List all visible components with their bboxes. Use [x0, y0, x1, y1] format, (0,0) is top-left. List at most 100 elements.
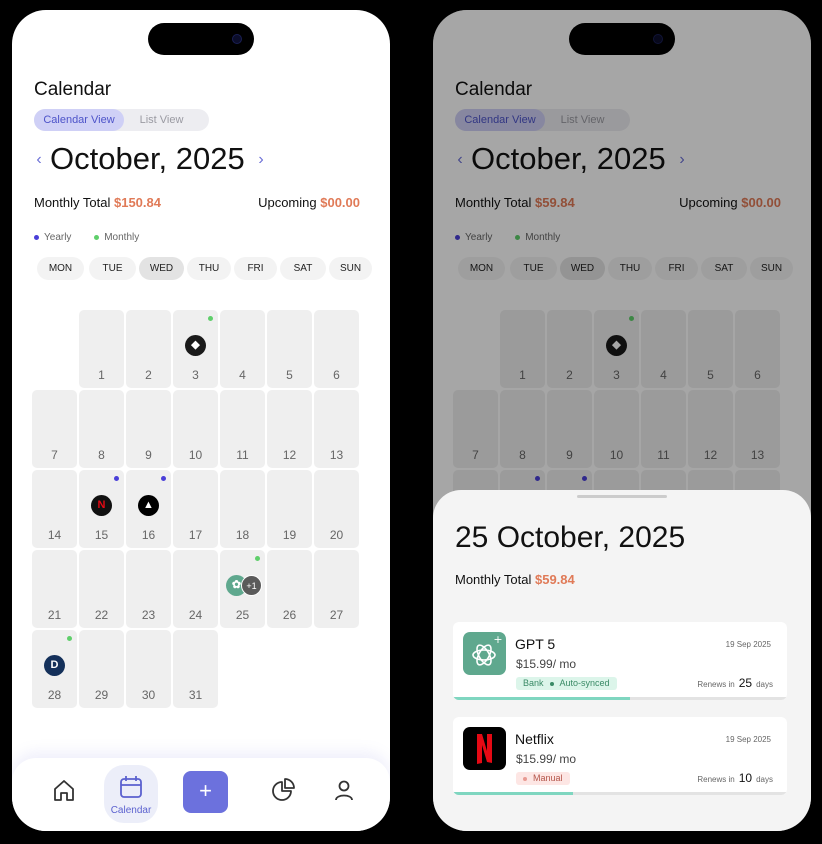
calendar-day-4[interactable]: 4: [220, 310, 265, 388]
calendar-day-27[interactable]: 27: [314, 550, 359, 628]
gpt-icon: +: [463, 632, 506, 675]
weekday-sun[interactable]: SUN: [329, 257, 372, 280]
phone-day-detail-screen: Calendar Calendar View List View ‹ Octob…: [433, 10, 811, 831]
weekday-row: MON TUE WED THU FRI SAT SUN: [37, 257, 372, 280]
day-number: 30: [141, 688, 156, 702]
day-number: 19: [282, 528, 297, 542]
calendar-view-tab[interactable]: Calendar View: [34, 109, 124, 131]
calendar-day-29[interactable]: 29: [79, 630, 124, 708]
home-icon[interactable]: [50, 776, 78, 804]
weekday-mon[interactable]: MON: [37, 257, 84, 280]
monthly-total-label: Monthly Total: [34, 195, 111, 210]
renews-info: Renews in 10 days: [697, 771, 773, 785]
calendar-day-8[interactable]: 8: [79, 390, 124, 468]
sheet-monthly-total: Monthly Total $59.84: [455, 572, 575, 587]
nav-calendar-label: Calendar: [110, 805, 152, 816]
calendar-day-7[interactable]: 7: [32, 390, 77, 468]
subscription-card-netflix[interactable]: Netflix $15.99/ mo 19 Sep 2025 Manual Re…: [453, 717, 787, 795]
weekday-fri[interactable]: FRI: [234, 257, 277, 280]
calendar-day-2[interactable]: 2: [126, 310, 171, 388]
day-number: 16: [141, 528, 156, 542]
calendar-day-3[interactable]: 3 ◆: [173, 310, 218, 388]
dot-icon: [523, 776, 527, 781]
renewal-progress-fill: [453, 792, 574, 795]
calendar-day-12[interactable]: 12: [267, 390, 312, 468]
calendar-day-21[interactable]: 21: [32, 550, 77, 628]
list-view-tab[interactable]: List View: [124, 109, 199, 131]
subscription-date: 19 Sep 2025: [725, 735, 771, 744]
calendar-day-25[interactable]: 25✿+1: [220, 550, 265, 628]
day-detail-sheet: 25 October, 2025 Monthly Total $59.84 + …: [433, 490, 811, 831]
calendar-day-26[interactable]: 26: [267, 550, 312, 628]
calendar-day-17[interactable]: 17: [173, 470, 218, 548]
calendar-day-6[interactable]: 6: [314, 310, 359, 388]
renews-info: Renews in 25 days: [697, 676, 773, 690]
nav-calendar[interactable]: Calendar: [104, 765, 158, 823]
upcoming-value: $00.00: [320, 195, 360, 210]
day-number: 29: [94, 688, 109, 702]
calendar-day-23[interactable]: 23: [126, 550, 171, 628]
day-number: 20: [329, 528, 344, 542]
calendar-day-20[interactable]: 20: [314, 470, 359, 548]
month-selector: ‹ October, 2025 ›: [32, 141, 272, 181]
calendar-day-15[interactable]: 15 N: [79, 470, 124, 548]
calendar-day-24[interactable]: 24: [173, 550, 218, 628]
weekday-wed[interactable]: WED: [139, 257, 184, 280]
dynamic-island: [148, 23, 254, 55]
calendar-day-19[interactable]: 19: [267, 470, 312, 548]
bottom-nav: Calendar +: [12, 758, 390, 831]
monthly-marker-dot: [208, 316, 213, 321]
calendar-day-30[interactable]: 30: [126, 630, 171, 708]
calendar-day-5[interactable]: 5: [267, 310, 312, 388]
calendar-day-22[interactable]: 22: [79, 550, 124, 628]
dot-icon: [94, 234, 100, 240]
subscription-date: 19 Sep 2025: [725, 640, 771, 649]
calendar-day-11[interactable]: 11: [220, 390, 265, 468]
subscription-price: $15.99/ mo: [516, 752, 577, 766]
calendar-grid: 123◆456789101112131415N16▲17181920212223…: [32, 310, 362, 712]
phone-calendar-screen: Calendar Calendar View List View ‹ Octob…: [12, 10, 390, 831]
monthly-marker-dot: [67, 636, 72, 641]
day-number: 8: [98, 448, 105, 462]
day-number: 1: [98, 368, 105, 382]
calendar-day-1[interactable]: 1: [79, 310, 124, 388]
yearly-marker-dot: [114, 476, 119, 481]
calendar-day-10[interactable]: 10: [173, 390, 218, 468]
weekday-thu[interactable]: THU: [187, 257, 231, 280]
day-number: 2: [145, 368, 152, 382]
calendar-day-18[interactable]: 18: [220, 470, 265, 548]
sheet-handle[interactable]: [577, 495, 667, 498]
day-number: 23: [141, 608, 156, 622]
day-number: 5: [286, 368, 293, 382]
month-label: October, 2025: [50, 141, 245, 176]
svg-text:+: +: [493, 633, 502, 646]
page-title: Calendar: [34, 79, 112, 100]
day-number: 17: [188, 528, 203, 542]
day-number: 25: [235, 608, 250, 622]
calendar-day-13[interactable]: 13: [314, 390, 359, 468]
calendar-day-16[interactable]: 16 ▲: [126, 470, 171, 548]
pie-chart-icon[interactable]: [269, 776, 297, 804]
calendar-day-14[interactable]: 14: [32, 470, 77, 548]
day-number: 28: [47, 688, 62, 702]
monthly-total-value: $150.84: [113, 195, 161, 210]
calendar-day-9[interactable]: 9: [126, 390, 171, 468]
profile-icon[interactable]: [330, 776, 358, 804]
weekday-sat[interactable]: SAT: [280, 257, 326, 280]
tag-auto-synced: Auto-synced: [559, 678, 610, 688]
subscription-tags: Manual: [516, 772, 570, 785]
renews-days: 25: [738, 676, 753, 690]
calendar-day-31[interactable]: 31: [173, 630, 218, 708]
tag-manual: Manual: [533, 773, 563, 783]
subscription-card-gpt[interactable]: + GPT 5 $15.99/ mo 19 Sep 2025 Bank Auto-…: [453, 622, 787, 700]
claude-icon: ◆: [185, 335, 206, 356]
upcoming-label: Upcoming: [258, 195, 317, 210]
legend-monthly: Monthly: [94, 232, 139, 243]
add-button[interactable]: +: [183, 771, 228, 813]
day-number: 26: [282, 608, 297, 622]
chevron-right-icon[interactable]: ›: [254, 151, 268, 169]
weekday-tue[interactable]: TUE: [89, 257, 136, 280]
day-number: 14: [47, 528, 62, 542]
chevron-left-icon[interactable]: ‹: [32, 151, 46, 169]
calendar-day-28[interactable]: 28 D: [32, 630, 77, 708]
